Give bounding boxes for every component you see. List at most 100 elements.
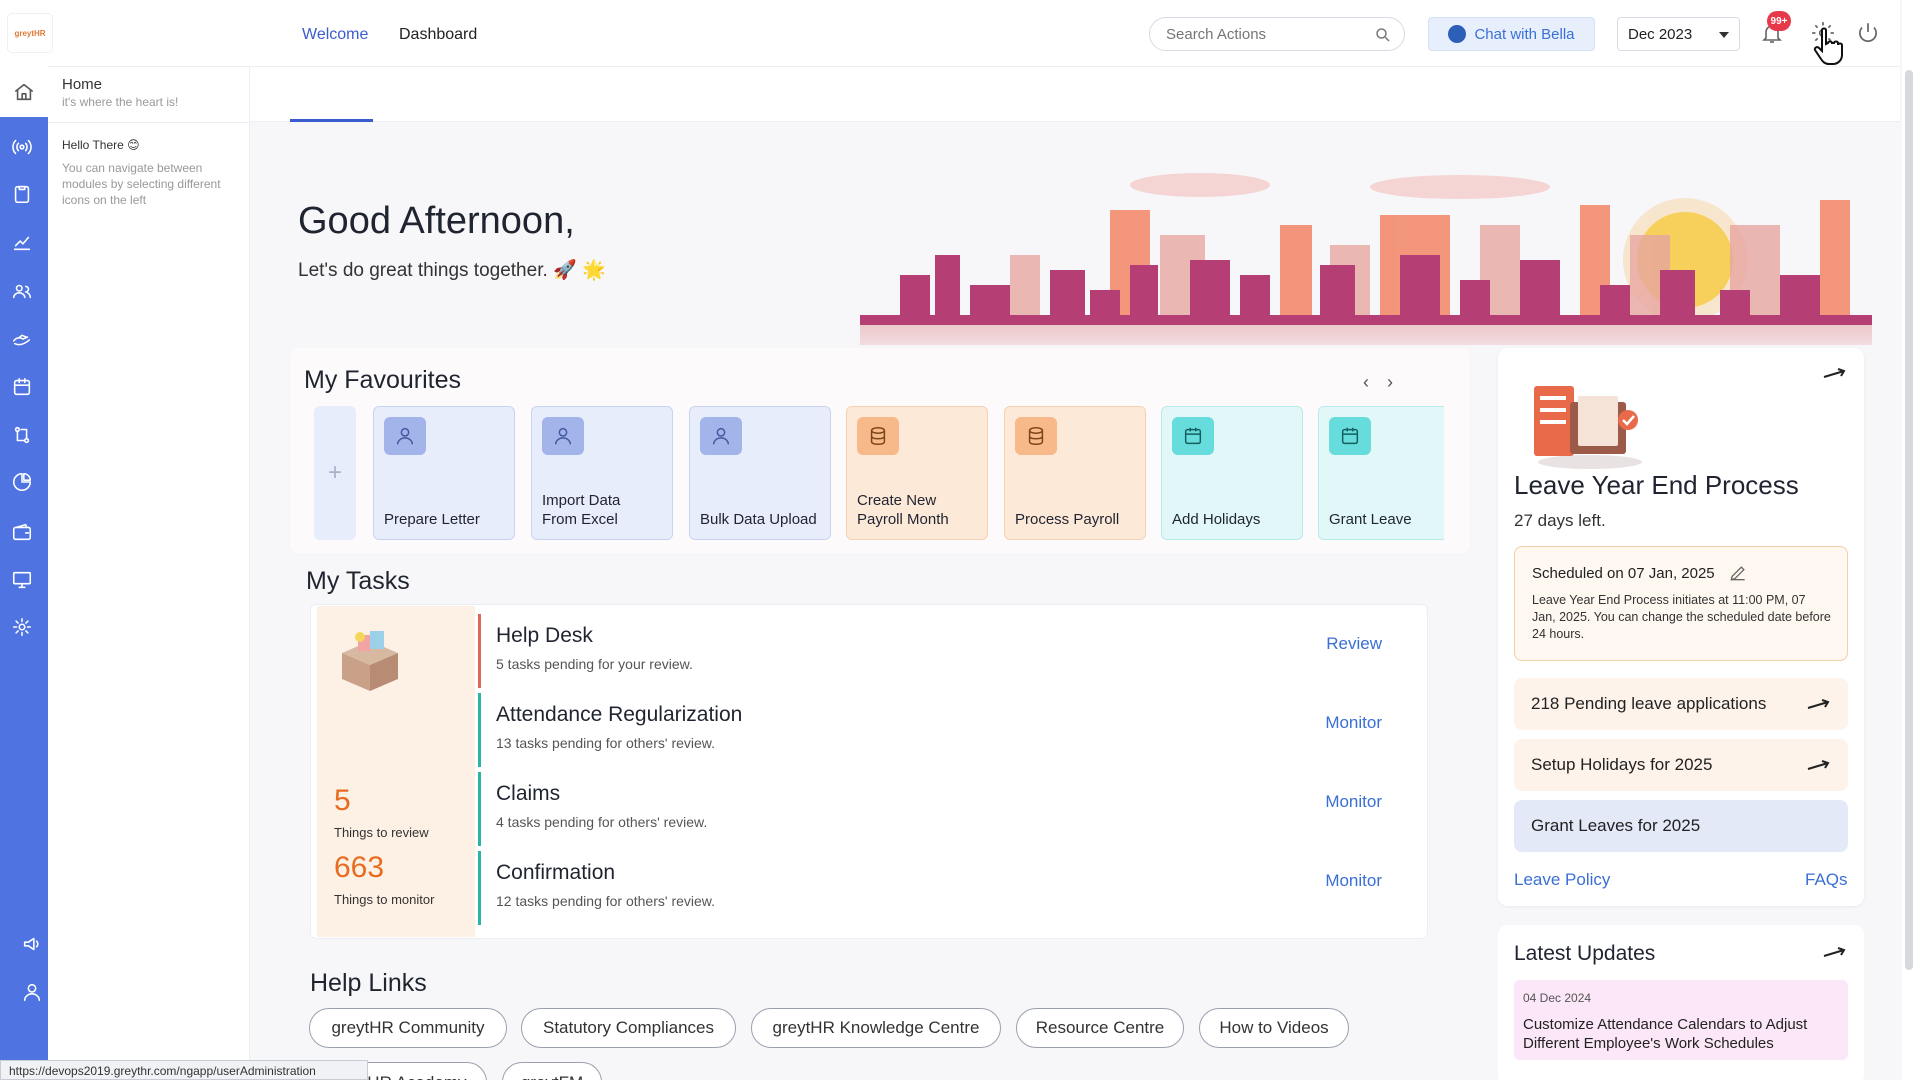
chat-label: Chat with Bella — [1474, 25, 1575, 43]
help-links-title: Help Links — [310, 969, 427, 997]
plus-icon: + — [327, 459, 342, 486]
favourite-card[interactable]: Bulk Data Upload — [689, 406, 831, 540]
hello-heading: Hello There 😊 — [62, 138, 140, 152]
rail-item-home[interactable] — [0, 67, 48, 117]
logo-text: greytHR — [14, 28, 46, 38]
calendar-icon — [1172, 417, 1214, 455]
arrow-right-icon[interactable] — [1822, 365, 1848, 381]
favourite-label: Import Data From Excel — [542, 492, 621, 528]
add-favourite-button[interactable]: + — [314, 406, 356, 540]
review-count: 5 — [334, 784, 351, 817]
update-date: 04 Dec 2024 — [1523, 991, 1592, 1005]
task-description: 12 tasks pending for others' review. — [496, 893, 716, 909]
latest-updates-title: Latest Updates — [1514, 942, 1656, 965]
search-icon[interactable] — [1374, 26, 1392, 44]
hello-description: You can navigate between modules by sele… — [62, 161, 221, 207]
favourite-card[interactable]: Create New Payroll Month — [846, 406, 988, 540]
task-row: Help Desk 5 tasks pending for your revie… — [478, 614, 1428, 692]
search-box[interactable] — [1149, 17, 1405, 51]
search-input[interactable] — [1166, 26, 1366, 43]
hand-cursor-icon — [1813, 27, 1843, 65]
task-status-bar — [478, 772, 481, 846]
task-status-bar — [478, 693, 481, 767]
handshake-icon[interactable] — [10, 327, 34, 351]
period-value: Dec 2023 — [1628, 25, 1693, 43]
checklist-illustration-icon — [1534, 386, 1642, 469]
chat-with-bella-button[interactable]: Chat with Bella — [1428, 17, 1595, 51]
monitor-icon[interactable] — [10, 568, 34, 592]
company-logo[interactable]: greytHR — [8, 14, 52, 52]
bella-avatar-icon — [1448, 25, 1467, 43]
scrollbar-thumb[interactable] — [1905, 70, 1913, 970]
announcement-icon[interactable] — [20, 932, 44, 956]
faqs-link[interactable]: FAQs — [1805, 870, 1848, 890]
database-icon — [1015, 417, 1057, 455]
notification-badge: 99+ — [1767, 11, 1791, 31]
task-title: Claims — [496, 782, 561, 805]
user-icon — [542, 417, 584, 455]
task-action-link[interactable]: Monitor — [1325, 792, 1382, 812]
help-link-pill[interactable]: greytFM — [502, 1062, 602, 1080]
item-label: 218 Pending leave applications — [1531, 694, 1767, 713]
pie-chart-icon[interactable] — [10, 470, 34, 494]
power-icon[interactable] — [1855, 20, 1881, 46]
task-row: Claims 4 tasks pending for others' revie… — [478, 772, 1428, 850]
schedule-description: Leave Year End Process initiates at 11:0… — [1532, 593, 1831, 641]
favourite-card[interactable]: Prepare Letter — [373, 406, 515, 540]
pending-leave-applications-link[interactable]: 218 Pending leave applications — [1514, 678, 1848, 730]
chart-icon[interactable] — [10, 230, 34, 254]
clipboard-icon[interactable] — [10, 182, 34, 206]
grant-leaves-link[interactable]: Grant Leaves for 2025 — [1514, 800, 1848, 852]
home-icon — [12, 80, 36, 104]
favourite-card[interactable]: Process Payroll — [1004, 406, 1146, 540]
tab-welcome[interactable]: Welcome — [302, 26, 368, 44]
task-action-link[interactable]: Review — [1326, 634, 1382, 654]
wallet-icon[interactable] — [10, 520, 34, 544]
help-link-pill[interactable]: Resource Centre — [1016, 1008, 1184, 1048]
calendar-icon[interactable] — [10, 375, 34, 399]
workflow-icon[interactable] — [10, 423, 34, 447]
settings-icon[interactable] — [10, 615, 34, 639]
tasks-title: My Tasks — [306, 567, 410, 595]
arrow-right-icon[interactable] — [1822, 944, 1848, 960]
arrow-right-icon — [1807, 699, 1830, 709]
task-description: 13 tasks pending for others' review. — [496, 735, 716, 751]
task-action-link[interactable]: Monitor — [1325, 713, 1382, 733]
favourite-card[interactable]: Import Data From Excel — [531, 406, 673, 540]
setup-holidays-link[interactable]: Setup Holidays for 2025 — [1514, 739, 1848, 791]
home-subtitle: it's where the heart is! — [62, 95, 179, 109]
help-link-pill[interactable]: greytHR Knowledge Centre — [751, 1008, 1001, 1048]
favourite-card[interactable]: Grant Leave — [1318, 406, 1444, 540]
scheduled-date: Scheduled on 07 Jan, 2025 — [1532, 565, 1715, 582]
chevron-left-icon[interactable]: ‹ — [1363, 372, 1369, 393]
database-icon — [857, 417, 899, 455]
broadcast-icon[interactable] — [10, 135, 34, 159]
user-icon — [384, 417, 426, 455]
user-profile-icon[interactable] — [20, 980, 44, 1004]
arrow-right-icon — [1807, 760, 1830, 770]
home-panel — [48, 67, 250, 1080]
favourite-label: Prepare Letter — [384, 511, 480, 528]
tab-dashboard[interactable]: Dashboard — [399, 26, 477, 44]
chevron-right-icon[interactable]: › — [1387, 372, 1393, 393]
task-action-link[interactable]: Monitor — [1325, 871, 1382, 891]
favourite-card[interactable]: Add Holidays — [1161, 406, 1303, 540]
task-title: Help Desk — [496, 624, 593, 647]
edit-pencil-icon[interactable] — [1728, 563, 1748, 583]
help-link-pill[interactable]: greytHR Community — [309, 1008, 507, 1048]
box-illustration-icon — [342, 631, 398, 691]
favourites-title: My Favourites — [304, 366, 461, 394]
greeting-heading: Good Afternoon, — [298, 200, 575, 242]
period-select[interactable]: Dec 2023 — [1617, 17, 1740, 51]
review-label: Things to review — [334, 825, 429, 840]
leave-process-title: Leave Year End Process — [1514, 470, 1799, 500]
home-title: Home — [62, 76, 103, 93]
calendar-icon — [1329, 417, 1371, 455]
favourite-label: Add Holidays — [1172, 511, 1261, 528]
leave-policy-link[interactable]: Leave Policy — [1514, 870, 1610, 890]
people-icon[interactable] — [10, 279, 34, 303]
help-link-pill[interactable]: How to Videos — [1199, 1008, 1349, 1048]
chevron-down-icon — [1719, 32, 1729, 38]
help-link-pill[interactable]: Statutory Compliances — [521, 1008, 736, 1048]
tab-bar — [250, 67, 1900, 122]
